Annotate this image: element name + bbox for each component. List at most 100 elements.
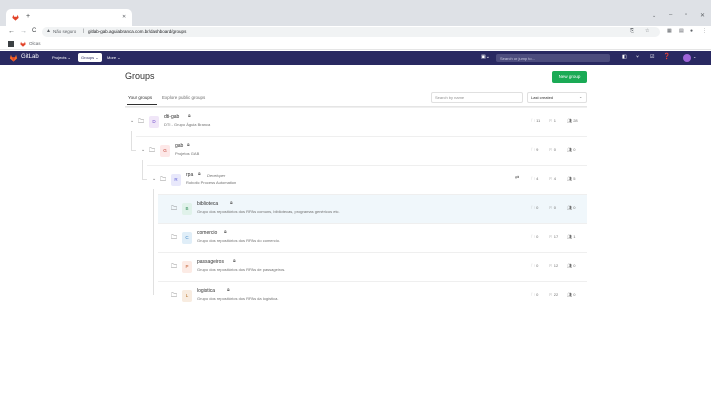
group-search-input[interactable]: Search by name — [431, 92, 523, 103]
group-row[interactable]: 🗀 Ppassageiros 🔒︎ Grupo dos repositórios do… — [158, 252, 587, 281]
group-avatar[interactable]: R — [171, 174, 181, 186]
minimize-icon[interactable]: – — [669, 12, 672, 18]
lock-icon: 🔒︎ — [198, 171, 201, 177]
sort-dropdown[interactable]: Last created ⌄ — [527, 92, 587, 103]
users-icon: 👥︎ — [567, 263, 573, 268]
nav-more[interactable]: More ⌄ — [107, 55, 121, 60]
group-description: Grupo dos repositórios dos RPAs do comer… — [197, 238, 281, 243]
address-bar[interactable]: ▲ Não seguro | gitlab-gab.aguiabranca.co… — [42, 27, 660, 37]
gitlab-brand[interactable]: GitLab — [21, 54, 39, 60]
tree-connector — [131, 131, 132, 151]
issues-icon[interactable]: ◧ — [622, 54, 627, 60]
bookmark-icon: ⚐ — [549, 292, 553, 297]
group-row[interactable]: ⌄ 🗀 Ggab 🔒︎ Projetos GAB 🗀 9 ⚐ 0 👥︎ 0 — [136, 136, 587, 165]
lock-icon: 🔒︎ — [187, 142, 190, 148]
reading-list-icon[interactable]: ▤ — [679, 28, 684, 34]
back-icon[interactable]: ← — [8, 28, 15, 35]
subgroups-count: 🗀 0 — [531, 292, 538, 299]
projects-count-value: 17 — [553, 234, 559, 239]
lock-icon: 🔒︎ — [233, 258, 236, 264]
user-menu-chevron-icon[interactable]: ⌄ — [693, 54, 696, 59]
global-search-input[interactable]: Search or jump to... — [496, 54, 610, 62]
group-name[interactable]: dti-gab — [164, 114, 179, 120]
subgroup-folder-icon: 🗀 — [531, 292, 535, 297]
group-description: Projetos GAB — [175, 151, 200, 156]
new-group-button[interactable]: New group — [552, 71, 587, 83]
help-icon[interactable]: ❓ — [663, 53, 670, 60]
folder-icon: 🗀 — [171, 293, 178, 299]
forward-icon[interactable]: → — [20, 28, 27, 35]
group-name[interactable]: passageiros — [197, 259, 224, 265]
group-avatar-initial: D — [152, 119, 156, 124]
gitlab-favicon — [12, 14, 19, 21]
bookmark-star-icon[interactable]: ☆ — [645, 28, 649, 34]
translate-icon[interactable]: ▦ — [667, 28, 672, 34]
group-row[interactable]: 🗀 Ccomercio 🔒︎ Grupo dos repositórios dos R… — [158, 223, 587, 252]
browser-menu-icon[interactable]: ⋮ — [702, 28, 707, 34]
group-description: Grupo dos repositórios dos RPAs de passa… — [197, 267, 286, 272]
merge-requests-icon[interactable]: ⑂ — [636, 54, 639, 60]
group-avatar[interactable]: B — [182, 203, 192, 215]
members-count: 👥︎ 0 — [567, 205, 575, 210]
group-name[interactable]: rpa — [186, 172, 193, 178]
todos-icon[interactable]: ☑ — [650, 54, 654, 60]
group-avatar[interactable]: L — [182, 290, 192, 302]
nav-projects[interactable]: Projects ⌄ — [52, 55, 71, 60]
bookmark-icon: ⚐ — [549, 147, 553, 152]
group-avatar[interactable]: G — [160, 145, 170, 157]
tab-your-groups[interactable]: Your groups — [128, 95, 152, 100]
lock-icon: 🔒︎ — [227, 287, 230, 293]
new-tab-icon[interactable]: + — [26, 13, 30, 20]
close-window-icon[interactable]: ✕ — [700, 12, 705, 19]
user-avatar[interactable] — [683, 54, 691, 62]
group-name[interactable]: biblioteca — [197, 201, 218, 207]
leave-group-icon[interactable]: ⇄ — [515, 175, 519, 181]
subgroups-count: 🗀 0 — [531, 205, 538, 212]
group-avatar[interactable]: P — [182, 261, 192, 273]
group-name[interactable]: comercio — [197, 230, 217, 236]
bookmark-item[interactable]: Olcas — [29, 41, 41, 46]
projects-count-value: 1 — [553, 118, 556, 123]
chevron-down-icon[interactable]: ⌄ — [652, 13, 656, 19]
tree-connector — [142, 179, 147, 180]
group-name[interactable]: logistica — [197, 288, 215, 294]
group-name[interactable]: gab — [175, 143, 183, 149]
bookmark-icon: ⚐ — [549, 118, 553, 123]
projects-count-value: 0 — [553, 147, 556, 152]
maximize-icon[interactable]: ▫ — [685, 12, 687, 18]
address-divider: | — [83, 28, 85, 33]
group-avatar-initial: R — [174, 177, 178, 182]
security-label[interactable]: Não seguro — [53, 29, 76, 34]
users-icon: 👥︎ — [567, 176, 573, 181]
subgroups-count: 🗀 11 — [531, 118, 540, 125]
group-row[interactable]: 🗀 Llogistica 🔒︎ Grupo dos repositórios dos … — [158, 281, 587, 310]
create-new-icon[interactable]: ▣⌄ — [481, 54, 490, 60]
chevron-down-icon[interactable]: ⌄ — [152, 176, 156, 182]
group-row[interactable]: 🗀 Bbiblioteca 🔒︎ Grupo dos repositórios dos… — [158, 194, 587, 223]
global-search-placeholder: Search or jump to... — [500, 56, 535, 61]
apps-icon[interactable] — [8, 41, 14, 47]
page-title: Groups — [125, 71, 155, 81]
group-avatar[interactable]: C — [182, 232, 192, 244]
group-row[interactable]: ⌄ 🗀 Rrpa 🔒︎ Developer Robotic Process Automat… — [147, 165, 587, 194]
chevron-down-icon: ⌄ — [579, 94, 583, 99]
tab-explore-public-groups[interactable]: Explore public groups — [162, 95, 205, 100]
share-icon[interactable]: ⎘ — [630, 28, 634, 34]
lock-icon: 🔒︎ — [230, 200, 233, 206]
subgroups-count-value: 0 — [536, 263, 539, 268]
chevron-down-icon[interactable]: ⌄ — [141, 147, 145, 153]
subgroups-count-value: 9 — [536, 147, 539, 152]
browser-tab[interactable]: ✕ — [6, 9, 132, 26]
group-avatar[interactable]: D — [149, 116, 159, 128]
bookmarks-bar: Olcas — [0, 38, 711, 50]
profile-icon[interactable]: ● — [690, 28, 693, 34]
nav-groups[interactable]: Groups ⌄ — [78, 53, 102, 62]
url-text[interactable]: gitlab-gab.aguiabranca.com.br/dashboard/… — [88, 29, 186, 34]
group-avatar-initial: B — [185, 206, 189, 211]
chevron-down-icon[interactable]: ⌄ — [130, 118, 134, 124]
gitlab-logo-icon[interactable] — [9, 54, 18, 62]
group-description: DTI - Grupo Águia Branca — [164, 122, 211, 127]
close-tab-icon[interactable]: ✕ — [122, 14, 126, 20]
reload-icon[interactable]: C — [32, 28, 36, 34]
group-row[interactable]: ⌄ 🗀 Ddti-gab 🔒︎ DTI - Grupo Águia Branca 🗀 11… — [125, 107, 587, 136]
